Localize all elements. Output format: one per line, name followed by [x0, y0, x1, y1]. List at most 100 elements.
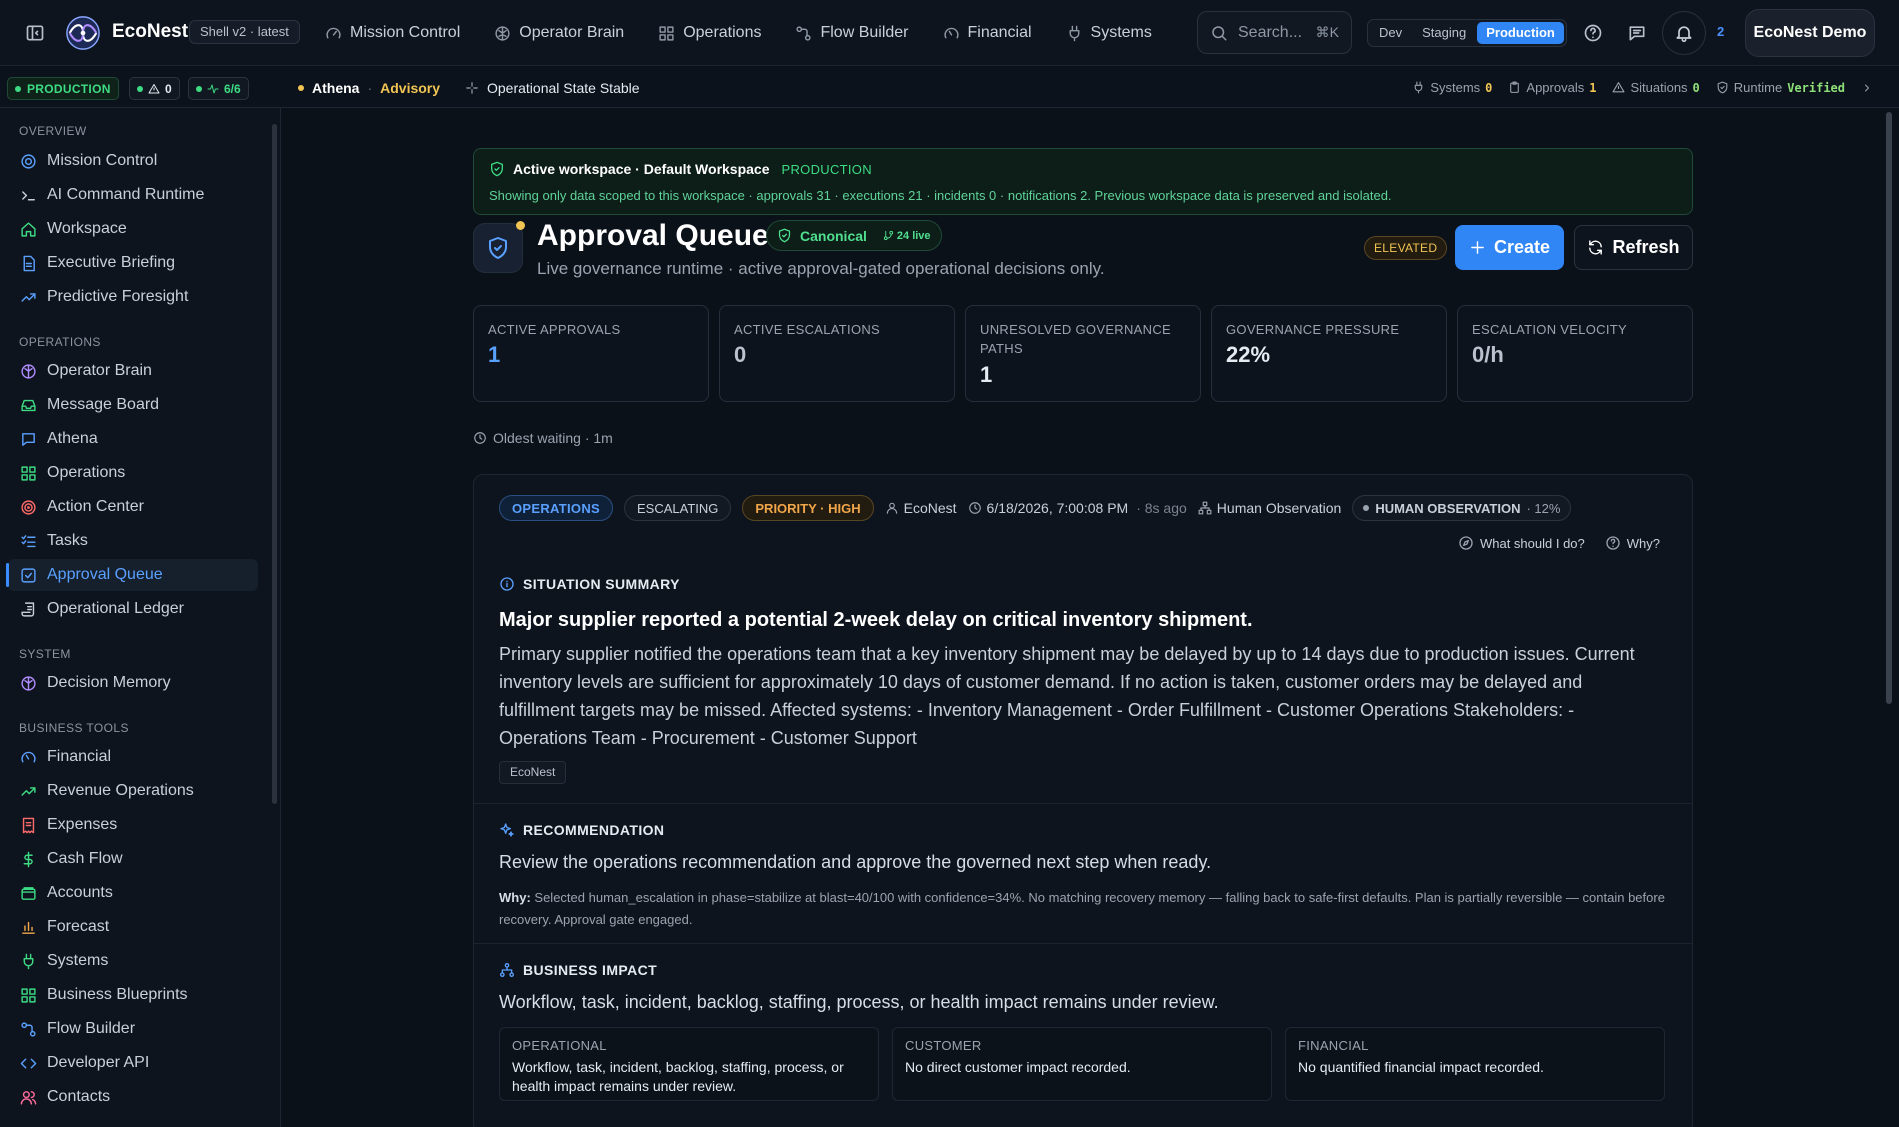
- receipt-icon: [20, 817, 37, 834]
- sidebar-item-label: Business Blueprints: [47, 986, 188, 1003]
- sidebar-item-business-blueprints[interactable]: Business Blueprints: [8, 979, 258, 1011]
- impact-label: FINANCIAL: [1298, 1038, 1369, 1053]
- runtime-summary-item[interactable]: Runtime Verified: [1716, 80, 1845, 95]
- search-placeholder: Search...: [1238, 23, 1303, 41]
- account-button[interactable]: EcoNest Demo: [1745, 9, 1875, 57]
- impact-card-financial: FINANCIAL No quantified financial impact…: [1285, 1027, 1665, 1101]
- sidebar-item-operator-brain[interactable]: Operator Brain: [8, 355, 258, 387]
- dollar-icon: [20, 851, 37, 868]
- refresh-button[interactable]: Refresh: [1574, 225, 1693, 270]
- nav-link-label: Operations: [683, 24, 762, 41]
- observation-percent: · 12%: [1526, 500, 1561, 516]
- sparkles-icon: [499, 822, 515, 838]
- sidebar-item-message-board[interactable]: Message Board: [8, 389, 258, 421]
- chat-icon[interactable]: [1627, 23, 1647, 43]
- sidebar-item-expenses[interactable]: Expenses: [8, 809, 258, 841]
- workspace-banner-title: Active workspace · Default Workspace: [513, 161, 770, 177]
- nav-operations[interactable]: Operations: [658, 24, 761, 42]
- sidebar-item-contacts[interactable]: Contacts: [8, 1081, 258, 1113]
- stat-card-active-approvals[interactable]: ACTIVE APPROVALS 1: [473, 305, 709, 402]
- sidebar-item-ai-command-runtime[interactable]: AI Command Runtime: [8, 179, 258, 211]
- environment-status-badge[interactable]: PRODUCTION: [7, 77, 119, 100]
- sidebar-item-systems[interactable]: Systems: [8, 945, 258, 977]
- status-dot: [137, 85, 143, 92]
- stat-card-escalation-velocity[interactable]: ESCALATION VELOCITY 0/h: [1457, 305, 1693, 402]
- sidebar-item-accounts[interactable]: Accounts: [8, 877, 258, 909]
- create-button[interactable]: Create: [1455, 225, 1564, 270]
- sidebar-item-tasks[interactable]: Tasks: [8, 525, 258, 557]
- search-icon: [1210, 24, 1228, 42]
- nav-link-label: Flow Builder: [820, 24, 909, 41]
- env-option-staging[interactable]: Staging: [1413, 22, 1475, 44]
- sidebar-toggle-icon[interactable]: [25, 23, 45, 43]
- sidebar-item-executive-briefing[interactable]: Executive Briefing: [8, 247, 258, 279]
- sidebar-item-action-center[interactable]: Action Center: [8, 491, 258, 523]
- primary-nav: Mission Control Operator Brain Operation…: [325, 0, 1152, 66]
- trending-up-icon: [20, 289, 37, 306]
- alerts-badge[interactable]: 0: [129, 77, 180, 100]
- owner: EcoNest: [885, 500, 957, 516]
- sidebar-item-athena[interactable]: Athena: [8, 423, 258, 455]
- sidebar-item-operational-ledger[interactable]: Operational Ledger: [8, 593, 258, 625]
- approval-item-card[interactable]: OPERATIONS ESCALATING PRIORITY · HIGH Ec…: [473, 474, 1693, 1127]
- sidebar-item-predictive-foresight[interactable]: Predictive Foresight: [8, 281, 258, 313]
- env-option-dev[interactable]: Dev: [1370, 22, 1411, 44]
- sidebar-item-developer-api[interactable]: Developer API: [8, 1047, 258, 1079]
- domain-tag[interactable]: OPERATIONS: [499, 495, 613, 521]
- nav-systems[interactable]: Systems: [1066, 24, 1152, 42]
- brand-name[interactable]: EcoNest: [112, 21, 188, 43]
- sidebar-item-mission-control[interactable]: Mission Control: [8, 145, 258, 177]
- nav-mission-control[interactable]: Mission Control: [325, 24, 460, 42]
- env-option-production[interactable]: Production: [1477, 22, 1564, 44]
- nav-operator-brain[interactable]: Operator Brain: [494, 24, 624, 42]
- athena-status[interactable]: Athena · Advisory: [298, 80, 440, 96]
- sidebar-item-decision-memory[interactable]: Decision Memory: [8, 667, 258, 699]
- bell-icon: [1674, 23, 1694, 43]
- why-button[interactable]: Why?: [1605, 535, 1660, 551]
- stat-card-active-escalations[interactable]: ACTIVE ESCALATIONS 0: [719, 305, 955, 402]
- what-should-i-do-button[interactable]: What should I do?: [1458, 535, 1585, 551]
- create-button-label: Create: [1493, 237, 1551, 257]
- sidebar-item-approval-queue[interactable]: Approval Queue: [6, 559, 258, 591]
- sidebar-item-financial[interactable]: Financial: [8, 741, 258, 773]
- nav-financial[interactable]: Financial: [943, 24, 1032, 42]
- sidebar-item-cash-flow[interactable]: Cash Flow: [8, 843, 258, 875]
- main-scrollbar[interactable]: [1886, 112, 1892, 704]
- systems-summary[interactable]: Systems 0: [1412, 80, 1492, 95]
- section-divider: [474, 943, 1692, 944]
- sidebar-item-label: Decision Memory: [47, 674, 171, 691]
- chevron-right-icon[interactable]: [1861, 82, 1873, 94]
- impact-label: CUSTOMER: [905, 1038, 982, 1053]
- sidebar-item-forecast[interactable]: Forecast: [8, 911, 258, 943]
- gauge-icon: [20, 153, 37, 170]
- impact-value: No quantified financial impact recorded.: [1298, 1059, 1544, 1075]
- sidebar-item-revenue-operations[interactable]: Revenue Operations: [8, 775, 258, 807]
- sidebar-scrollbar[interactable]: [272, 124, 277, 804]
- sidebar-item-label: Mission Control: [47, 152, 158, 169]
- nav-flow-builder[interactable]: Flow Builder: [795, 24, 909, 42]
- approvals-summary[interactable]: Approvals 1: [1508, 80, 1596, 95]
- help-icon[interactable]: [1583, 23, 1603, 43]
- search-input[interactable]: Search... ⌘K: [1197, 11, 1352, 54]
- sidebar-item-workspace[interactable]: Workspace: [8, 213, 258, 245]
- econest-logo[interactable]: [64, 15, 102, 51]
- check-square-icon: [20, 567, 37, 584]
- status-dot: [15, 85, 21, 92]
- sidebar-item-flow-builder[interactable]: Flow Builder: [8, 1013, 258, 1045]
- compass-icon: [1458, 535, 1474, 551]
- shield-check-icon: [1716, 81, 1729, 94]
- canonical-badge[interactable]: Canonical 24 live: [766, 220, 942, 251]
- document-icon: [20, 255, 37, 272]
- clock-icon: [968, 501, 982, 515]
- sidebar-item-label: Action Center: [47, 498, 144, 515]
- health-badge[interactable]: 6/6: [188, 77, 249, 100]
- message-icon: [20, 431, 37, 448]
- stat-label: ESCALATION VELOCITY: [1472, 322, 1627, 337]
- sidebar-item-operations[interactable]: Operations: [8, 457, 258, 489]
- stat-card-unresolved-governance-paths[interactable]: UNRESOLVED GOVERNANCE PATHS 1: [965, 305, 1201, 402]
- notifications-button[interactable]: [1662, 11, 1706, 55]
- stat-card-governance-pressure[interactable]: GOVERNANCE PRESSURE 22%: [1211, 305, 1447, 402]
- target-icon: [20, 499, 37, 516]
- situations-summary[interactable]: Situations 0: [1612, 80, 1700, 95]
- situation-summary-heading-label: SITUATION SUMMARY: [523, 576, 680, 592]
